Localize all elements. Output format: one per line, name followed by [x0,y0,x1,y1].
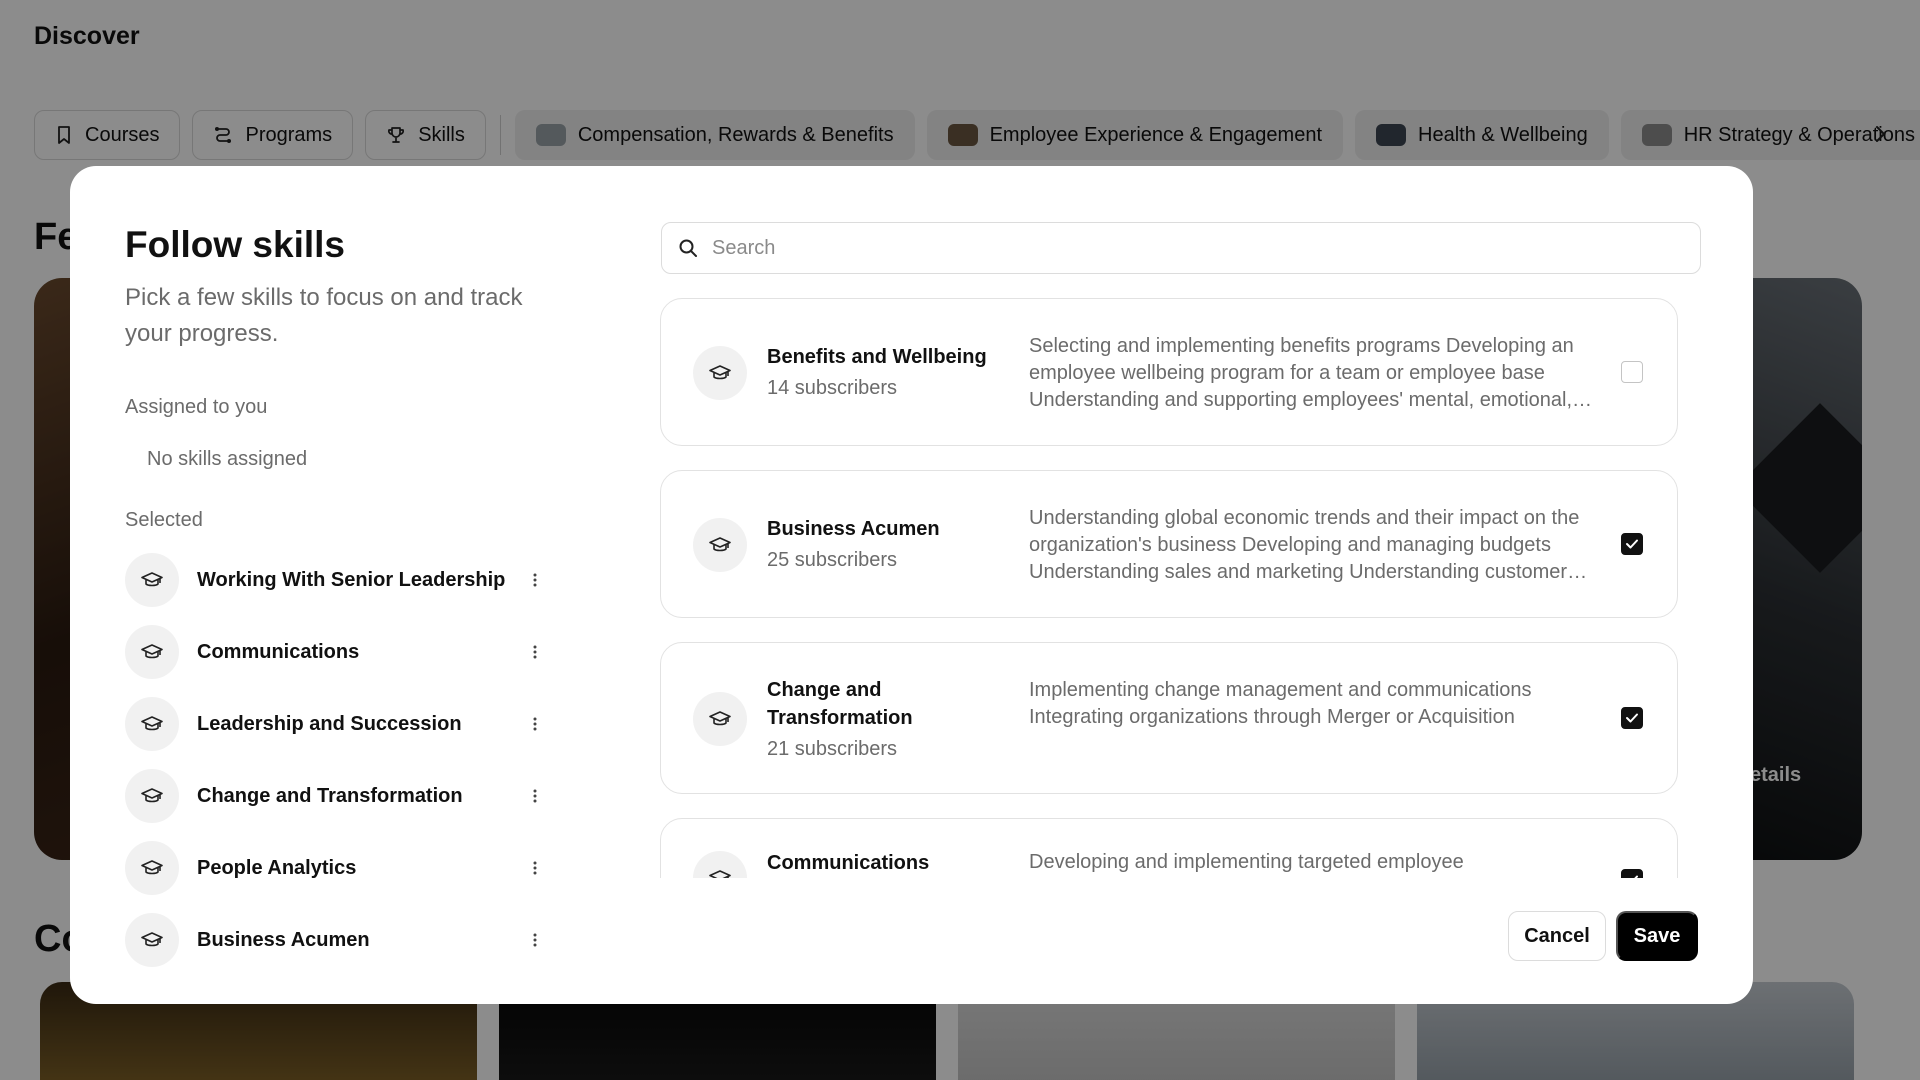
graduation-cap-icon [709,365,731,380]
skill-avatar [693,518,747,572]
skill-options-button[interactable] [525,710,545,738]
checkmark-icon [1626,539,1638,549]
skill-results-list[interactable]: Benefits and Wellbeing 14 subscribers Se… [660,298,1680,878]
more-vertical-icon [533,717,537,731]
modal-subtitle: Pick a few skills to focus on and track … [125,284,523,347]
selected-skill-item: Leadership and Succession [125,688,545,760]
selected-skill-item: Business Acumen [125,904,545,976]
skill-checkbox-checked[interactable] [1621,869,1643,878]
skill-avatar [125,769,179,823]
selected-skill-name: Leadership and Succession [197,712,462,735]
skill-avatar [125,553,179,607]
skill-description: Implementing change management and commu… [1029,679,1532,728]
skill-options-button[interactable] [525,854,545,882]
skill-avatar [693,346,747,400]
more-vertical-icon [533,645,537,659]
skill-subscribers: 21 subscribers [767,738,898,760]
more-vertical-icon [533,573,537,587]
selected-skills-list: Working With Senior Leadership Communica… [125,544,545,976]
skill-name: Communications [767,852,930,874]
skill-search-box [661,222,1701,274]
skill-description: Selecting and implementing benefits prog… [1029,335,1574,411]
graduation-cap-icon [709,711,731,726]
more-vertical-icon [533,789,537,803]
follow-skills-modal: Follow skills Pick a few skills to focus… [70,166,1753,1004]
graduation-cap-icon [141,572,163,587]
skill-checkbox[interactable] [1621,361,1643,383]
checkmark-icon [1626,713,1638,723]
selected-skill-name: Business Acumen [197,928,370,951]
skill-card[interactable]: Change and Transformation 21 subscribers… [660,642,1678,794]
selected-skill-item: Communications [125,616,545,688]
more-vertical-icon [533,933,537,947]
skill-options-button[interactable] [525,566,545,594]
save-button[interactable]: Save [1616,911,1698,961]
graduation-cap-icon [141,788,163,803]
graduation-cap-icon [709,870,731,878]
search-icon [679,239,697,257]
skill-name: Benefits and Wellbeing [767,346,987,368]
more-vertical-icon [533,861,537,875]
selected-skill-name: Working With Senior Leadership [197,568,506,591]
selected-skill-item: Change and Transformation [125,760,545,832]
modal-title: Follow skills [125,224,345,265]
skill-checkbox-checked[interactable] [1621,707,1643,729]
cancel-button[interactable]: Cancel [1508,911,1606,961]
skill-card[interactable]: Benefits and Wellbeing 14 subscribers Se… [660,298,1678,446]
skill-avatar [693,692,747,746]
graduation-cap-icon [141,932,163,947]
skill-name: Change and Transformation [767,679,913,729]
selected-skill-item: People Analytics [125,832,545,904]
checkmark-icon [1634,875,1638,878]
skill-checkbox-checked[interactable] [1621,533,1643,555]
graduation-cap-icon [141,716,163,731]
skill-description: Developing and implementing targeted emp… [1029,851,1464,873]
assigned-label: Assigned to you [125,396,268,418]
graduation-cap-icon [709,537,731,552]
skill-options-button[interactable] [525,782,545,810]
selected-skill-name: Change and Transformation [197,784,463,807]
selected-skill-name: Communications [197,640,360,663]
skill-avatar [125,697,179,751]
skill-card[interactable]: Communications Developing and implementi… [660,818,1678,878]
skill-name: Business Acumen [767,518,940,540]
skill-card[interactable]: Business Acumen 25 subscribers Understan… [660,470,1678,618]
assigned-empty-text: No skills assigned [147,448,308,470]
skill-options-button[interactable] [525,638,545,666]
skill-options-button[interactable] [525,926,545,954]
selected-skill-name: People Analytics [197,856,357,879]
skill-subscribers: 14 subscribers [767,377,898,399]
skill-description: Understanding global economic trends and… [1029,507,1580,583]
graduation-cap-icon [141,860,163,875]
selected-skill-item: Working With Senior Leadership [125,544,545,616]
graduation-cap-icon [141,644,163,659]
selected-label: Selected [125,509,203,531]
skill-subscribers: 25 subscribers [767,549,898,571]
skill-avatar [693,851,747,878]
search-input[interactable] [712,236,1672,260]
skill-avatar [125,625,179,679]
skill-avatar [125,913,179,967]
skill-avatar [125,841,179,895]
